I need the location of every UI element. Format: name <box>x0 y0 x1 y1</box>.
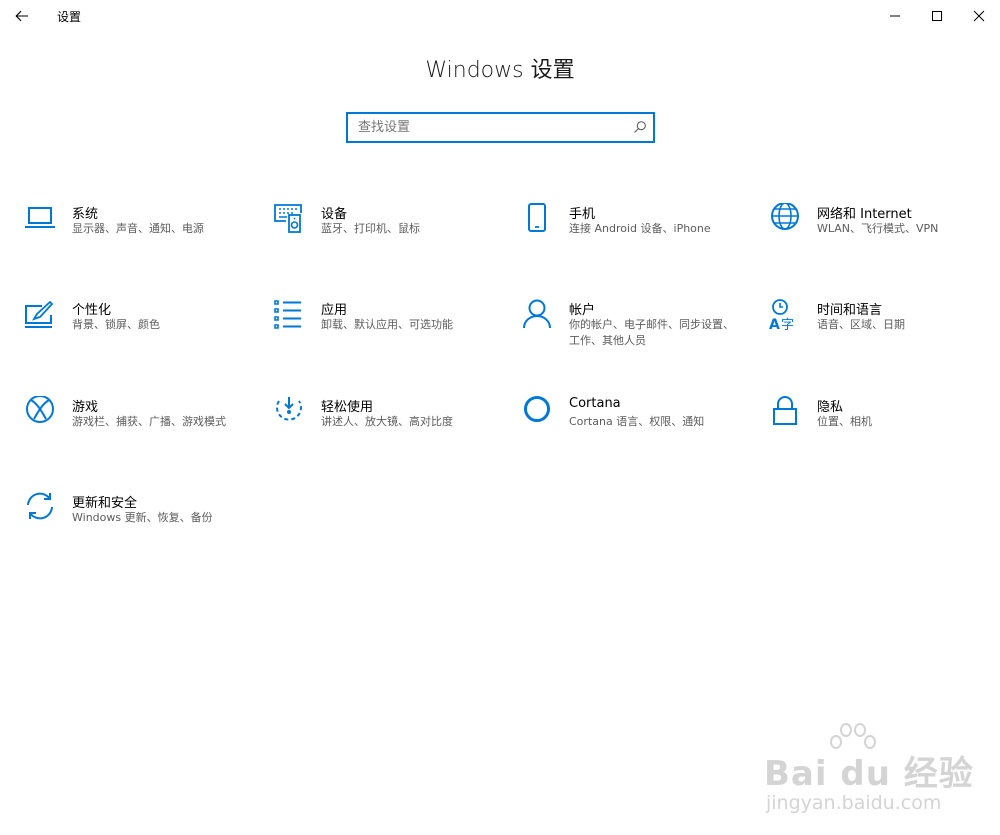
apps-list-icon <box>274 300 301 329</box>
tile-title: 个性化 <box>72 303 112 318</box>
tile-desc: 卸载、默认应用、可选功能 <box>321 318 453 331</box>
laptop-icon <box>25 207 55 228</box>
minimize-icon <box>890 15 900 17</box>
tile-accounts[interactable]: 帐户 你的帐户、电子邮件、同步设置、工作、其他人员 <box>521 299 761 369</box>
tile-privacy[interactable]: 隐私 位置、相机 <box>769 396 1000 466</box>
tile-title: 应用 <box>321 303 348 318</box>
person-icon <box>523 299 551 329</box>
tile-title: 时间和语言 <box>817 303 883 318</box>
tile-desc: 背景、锁屏、颜色 <box>72 318 160 331</box>
search-input[interactable] <box>348 114 628 141</box>
tile-cortana[interactable]: Cortana Cortana 语言、权限、通知 <box>521 396 761 466</box>
tile-devices[interactable]: 设备 蓝牙、打印机、鼠标 <box>273 203 513 273</box>
cortana-icon <box>524 396 550 422</box>
tile-network[interactable]: 网络和 Internet WLAN、飞行模式、VPN <box>769 203 1000 273</box>
arrow-left-icon <box>15 10 28 22</box>
tile-desc: Cortana 语言、权限、通知 <box>569 415 705 428</box>
tile-phone[interactable]: 手机 连接 Android 设备、iPhone <box>521 203 761 273</box>
tile-desc: WLAN、飞行模式、VPN <box>817 222 939 235</box>
personalization-icon <box>25 300 54 328</box>
phone-icon <box>528 203 546 232</box>
globe-icon <box>771 203 799 230</box>
lock-icon <box>773 396 797 425</box>
tile-title: 游戏 <box>72 400 99 415</box>
xbox-icon <box>26 396 54 423</box>
page-title: Windows 设置 <box>425 58 575 83</box>
tile-title: 轻松使用 <box>321 400 374 415</box>
close-button[interactable] <box>956 0 1000 32</box>
tile-title: 网络和 Internet <box>817 207 912 222</box>
tile-title: 帐户 <box>569 303 596 318</box>
tile-desc: 连接 Android 设备、iPhone <box>569 222 711 235</box>
update-sync-icon <box>27 492 53 520</box>
window-title: 设置 <box>57 10 82 24</box>
tile-update-security[interactable]: 更新和安全 Windows 更新、恢复、备份 <box>24 492 264 562</box>
tile-desc: 蓝牙、打印机、鼠标 <box>321 222 420 235</box>
close-icon <box>973 10 985 22</box>
time-language-icon: A 字 <box>769 299 794 333</box>
maximize-icon <box>932 11 942 21</box>
svg-text:字: 字 <box>781 318 794 333</box>
tile-time-language[interactable]: A 字 时间和语言 语音、区域、日期 <box>769 299 1000 369</box>
minimize-button[interactable] <box>872 0 918 32</box>
tile-title: 隐私 <box>817 400 844 415</box>
title-bar: 设置 <box>0 0 1000 32</box>
tile-gaming[interactable]: 游戏 游戏栏、捕获、广播、游戏模式 <box>24 396 264 466</box>
tile-desc: 语音、区域、日期 <box>817 318 905 331</box>
tile-ease-of-access[interactable]: 轻松使用 讲述人、放大镜、高对比度 <box>273 396 513 466</box>
search-icon[interactable] <box>633 120 647 134</box>
tile-desc: 游戏栏、捕获、广播、游戏模式 <box>72 415 226 428</box>
svg-text:A: A <box>769 317 780 333</box>
tile-personalization[interactable]: 个性化 背景、锁屏、颜色 <box>24 299 264 369</box>
tile-desc: 显示器、声音、通知、电源 <box>72 222 204 235</box>
tile-title: 系统 <box>72 207 99 222</box>
tile-system[interactable]: 系统 显示器、声音、通知、电源 <box>24 203 264 273</box>
watermark-url: jingyan.baidu.com <box>766 792 942 814</box>
tile-desc: Windows 更新、恢复、备份 <box>72 511 213 524</box>
ease-of-access-icon <box>276 397 302 421</box>
watermark-brand: Bai du 经验 <box>764 754 974 794</box>
tile-title: 设备 <box>321 207 348 222</box>
devices-icon <box>274 204 302 233</box>
back-button[interactable] <box>0 0 44 32</box>
maximize-button[interactable] <box>914 0 960 32</box>
tile-title: Cortana <box>569 396 621 411</box>
tile-desc: 位置、相机 <box>817 415 872 428</box>
tile-apps[interactable]: 应用 卸载、默认应用、可选功能 <box>273 299 513 369</box>
tile-title: 手机 <box>569 207 596 222</box>
tile-desc: 讲述人、放大镜、高对比度 <box>321 415 453 428</box>
search-box[interactable] <box>346 112 655 143</box>
baidu-watermark: Bai du 经验 jingyan.baidu.com <box>764 722 994 832</box>
tile-desc: 你的帐户、电子邮件、同步设置、工作、其他人员 <box>569 318 734 347</box>
tile-title: 更新和安全 <box>72 496 138 511</box>
